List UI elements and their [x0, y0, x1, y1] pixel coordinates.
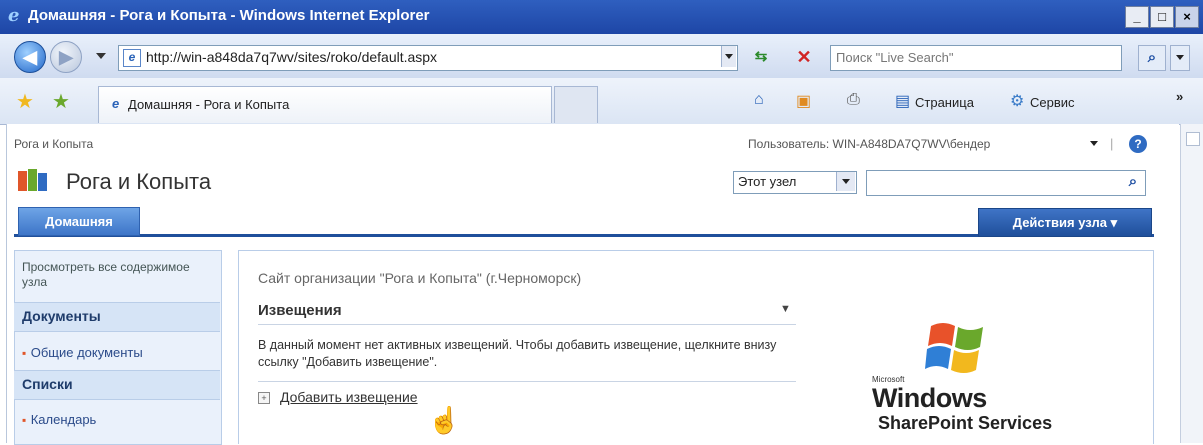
sidebar-item-shared-docs[interactable]: ▪ Общие документы — [22, 344, 143, 362]
tools-menu[interactable]: Сервис — [1030, 95, 1075, 110]
forward-button[interactable]: ▶ — [50, 41, 82, 73]
page-menu[interactable]: Страница — [915, 95, 974, 110]
history-dropdown-icon[interactable] — [96, 53, 106, 59]
sidebar-item-calendar[interactable]: ▪ Календарь — [22, 411, 96, 429]
chevron-down-icon — [842, 179, 850, 184]
search-placeholder: Поиск "Live Search" — [836, 50, 954, 65]
sidebar-item-label: Общие документы — [30, 345, 143, 360]
minimize-button[interactable]: _ — [1125, 6, 1149, 28]
page-menu-icon: ▤ — [895, 93, 911, 110]
new-tab-button[interactable] — [554, 86, 598, 123]
search-options-button[interactable] — [1170, 45, 1190, 71]
add-icon: + — [258, 392, 270, 404]
back-arrow-icon: ◀ — [23, 47, 37, 67]
bullet-icon: ▪ — [22, 346, 27, 360]
search-go-icon[interactable]: ⌕ — [1122, 171, 1144, 193]
forward-arrow-icon: ▶ — [59, 47, 73, 67]
chevron-more-icon[interactable]: » — [1176, 89, 1183, 104]
address-url[interactable]: http://win-a848da7q7wv/sites/roko/defaul… — [146, 49, 437, 65]
add-announcement-link[interactable]: Добавить извещение — [280, 389, 418, 405]
lists-heading[interactable]: Списки — [22, 376, 73, 392]
divider: | — [1110, 136, 1114, 151]
tab-page-icon: e — [112, 96, 120, 111]
help-icon[interactable]: ? — [1129, 135, 1147, 153]
documents-heading[interactable]: Документы — [22, 308, 101, 324]
announcements-title[interactable]: Извещения — [258, 302, 342, 319]
site-actions-label: Действия узла — [1012, 215, 1108, 230]
sidebar-item-label: Календарь — [30, 412, 97, 427]
site-title[interactable]: Рога и Копыта — [66, 169, 211, 195]
tab-title: Домашняя - Рога и Копыта — [128, 97, 290, 112]
windows-flag-icon — [925, 323, 983, 373]
site-description: Сайт организации "Рога и Копыта" (г.Черн… — [258, 270, 582, 286]
divider — [258, 324, 796, 325]
chevron-down-icon — [1176, 55, 1184, 60]
site-actions-button[interactable]: Действия узла ▾ — [978, 208, 1152, 237]
maximize-button[interactable]: □ — [1150, 6, 1174, 28]
home-icon[interactable]: ⌂ — [754, 91, 764, 109]
bullet-icon: ▪ — [22, 413, 27, 427]
site-search-input[interactable] — [866, 170, 1146, 196]
tools-gear-icon: ⚙ — [1010, 93, 1025, 110]
site-logo-icon — [18, 169, 47, 191]
user-menu[interactable]: Пользователь: WIN-A848DA7Q7WV\бендер — [748, 137, 990, 151]
back-button[interactable]: ◀ — [14, 41, 46, 73]
windows-label: Windows — [872, 383, 987, 413]
scroll-up-button[interactable] — [1186, 132, 1200, 146]
stop-button[interactable]: ✕ — [791, 45, 817, 69]
search-icon[interactable]: ⌕ — [1138, 45, 1166, 71]
view-all-content-link[interactable]: Просмотреть все содержимое узла — [22, 260, 192, 290]
divider — [258, 381, 796, 382]
page-icon: e — [123, 49, 141, 67]
tab-home[interactable]: Домашняя — [18, 207, 140, 236]
feeds-icon[interactable]: ▣ — [796, 91, 811, 111]
announcements-empty-text: В данный момент нет активных извещений. … — [258, 338, 777, 369]
close-button[interactable]: × — [1175, 6, 1199, 28]
webpart-menu-icon[interactable]: ▼ — [780, 303, 791, 315]
refresh-button[interactable]: ⇆ — [748, 45, 774, 69]
user-menu-chevron-icon[interactable] — [1090, 141, 1098, 146]
print-icon[interactable]: ⎙ — [847, 91, 860, 109]
ie-logo-icon: e — [8, 5, 20, 26]
sharepoint-services-label: SharePoint Services — [878, 413, 1053, 433]
chevron-down-icon — [725, 54, 733, 59]
search-scope-value: Этот узел — [738, 174, 797, 189]
favorites-star-icon[interactable]: ★ — [16, 89, 34, 114]
address-dropdown-button[interactable] — [721, 46, 736, 67]
hand-cursor-icon: ☝ — [428, 405, 461, 435]
window-title: Домашняя - Рога и Копыта - Windows Inter… — [28, 7, 430, 24]
breadcrumb[interactable]: Рога и Копыта — [14, 137, 93, 151]
vertical-scrollbar[interactable] — [1180, 124, 1203, 443]
chevron-down-icon: ▾ — [1110, 215, 1118, 230]
scope-dropdown-button[interactable] — [836, 172, 855, 191]
add-favorites-icon[interactable]: ★ — [52, 89, 70, 114]
